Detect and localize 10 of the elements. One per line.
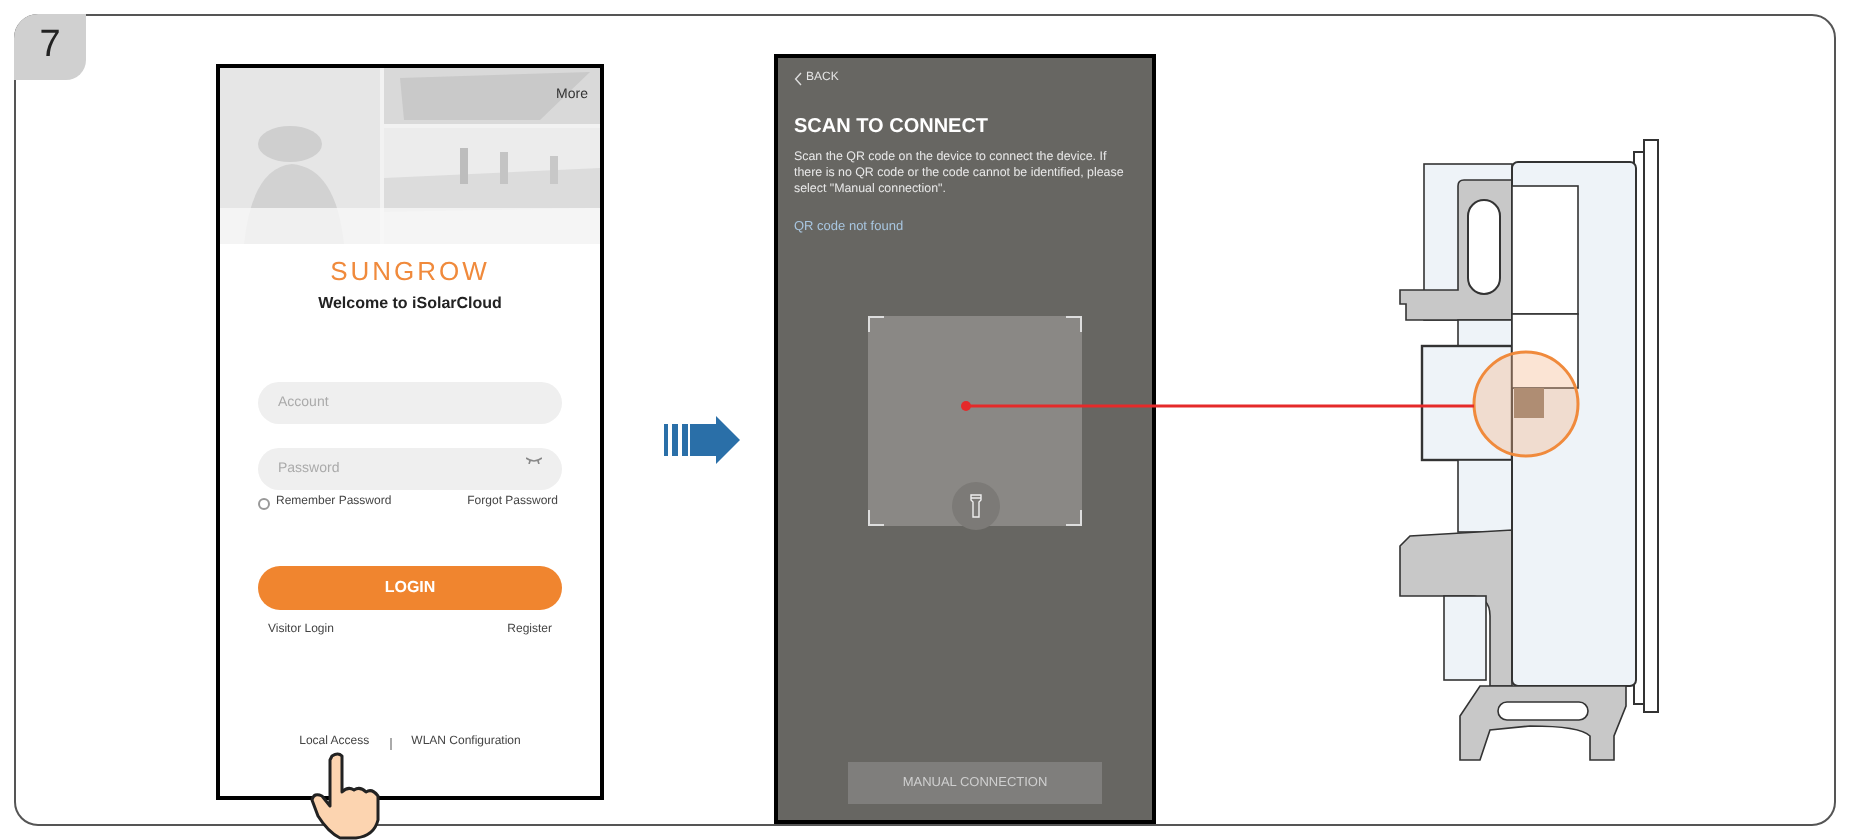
scan-title: SCAN TO CONNECT — [794, 114, 991, 142]
flashlight-button[interactable] — [952, 481, 1000, 530]
eye-closed-icon[interactable] — [526, 456, 542, 464]
flashlight-icon — [970, 493, 982, 518]
welcome-title: Welcome to iSolarCloud — [318, 292, 502, 316]
arrow-right-icon — [664, 416, 740, 464]
step-number: 7 — [14, 14, 86, 80]
chevron-left-icon — [794, 72, 802, 86]
remember-checkbox[interactable] — [258, 497, 270, 509]
logo: SUNGROW — [330, 258, 490, 284]
